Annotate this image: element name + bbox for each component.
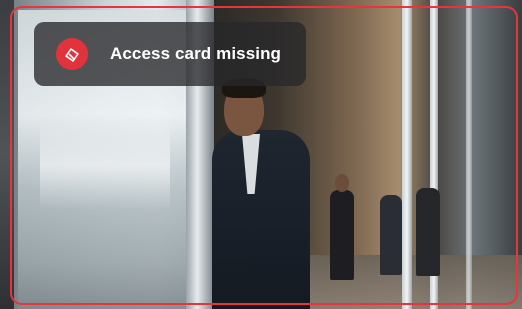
alert-message: Access card missing [110, 44, 282, 63]
background-person [416, 188, 440, 276]
background-person [380, 195, 402, 275]
glass-pillar [402, 0, 412, 309]
alert-toast[interactable]: Access card missing [34, 22, 306, 86]
frame-edge [0, 0, 14, 309]
access-card-alert-icon [56, 38, 88, 70]
camera-feed: Access card missing [0, 0, 522, 309]
glass-reflection [40, 120, 170, 210]
person-body [212, 130, 310, 309]
subject-person [212, 78, 312, 309]
glass-pillar [466, 0, 472, 309]
background-person [330, 190, 354, 280]
background-person-head [335, 174, 349, 192]
